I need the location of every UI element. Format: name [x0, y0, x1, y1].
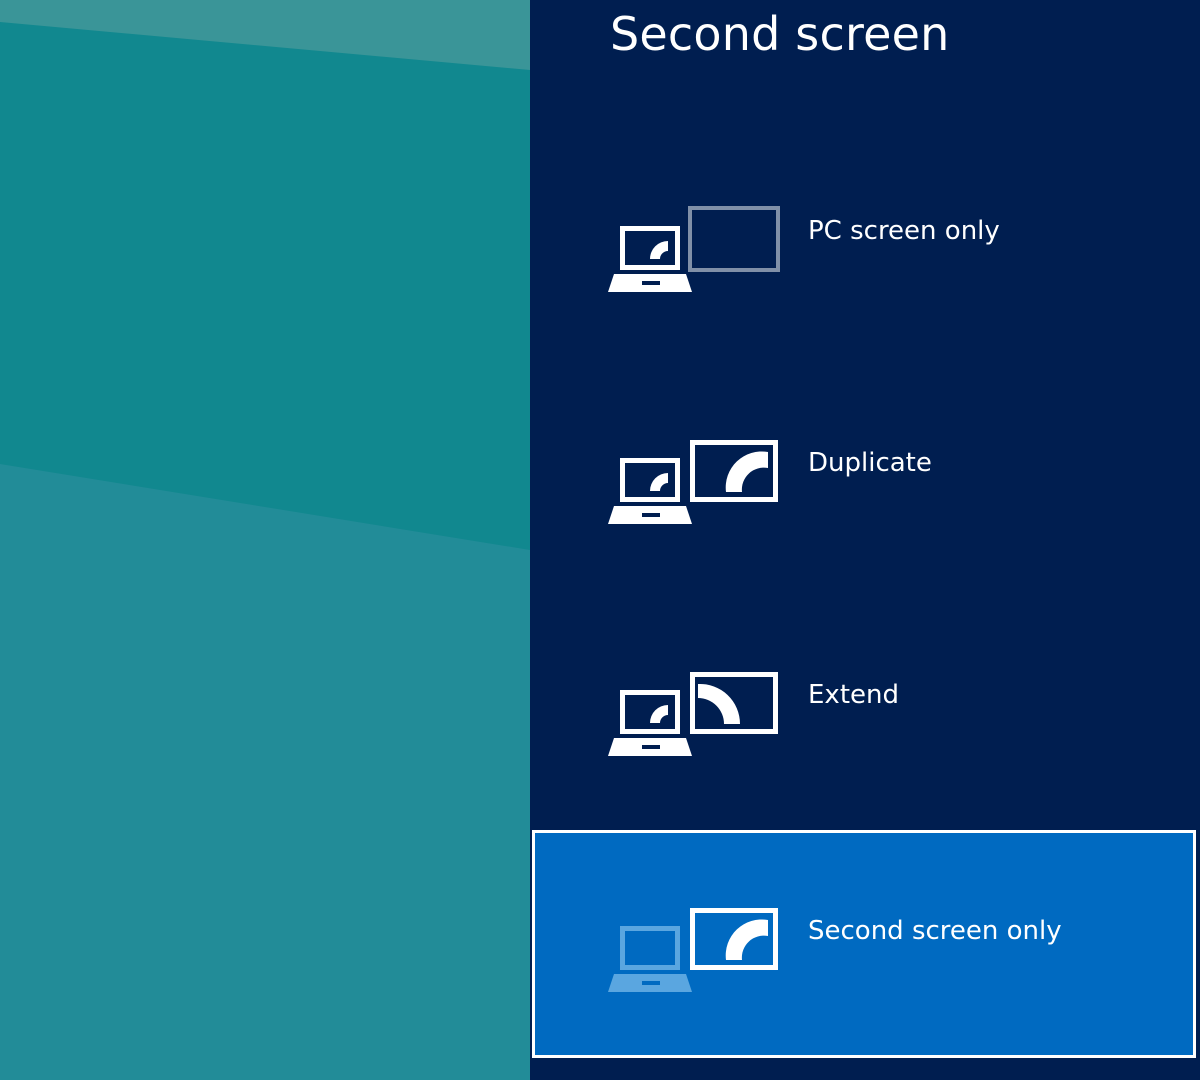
option-label: PC screen only — [808, 216, 1000, 246]
option-extend[interactable]: Extend — [532, 582, 1196, 810]
desktop-background — [0, 0, 530, 1080]
panel-title: Second screen — [610, 7, 950, 61]
option-label: Extend — [808, 680, 899, 710]
second-screen-only-icon — [608, 908, 778, 992]
option-pc-screen-only[interactable]: PC screen only — [532, 118, 1196, 346]
option-label: Second screen only — [808, 916, 1062, 946]
duplicate-icon — [608, 440, 778, 524]
pc-screen-only-icon — [608, 206, 780, 292]
option-second-screen-only[interactable]: Second screen only — [532, 830, 1196, 1058]
extend-icon — [608, 672, 778, 756]
option-duplicate[interactable]: Duplicate — [532, 350, 1196, 578]
desktop-wallpaper — [0, 0, 530, 1080]
option-label: Duplicate — [808, 448, 932, 478]
second-screen-panel: Second screen PC screen only Duplicate E… — [530, 0, 1200, 1080]
